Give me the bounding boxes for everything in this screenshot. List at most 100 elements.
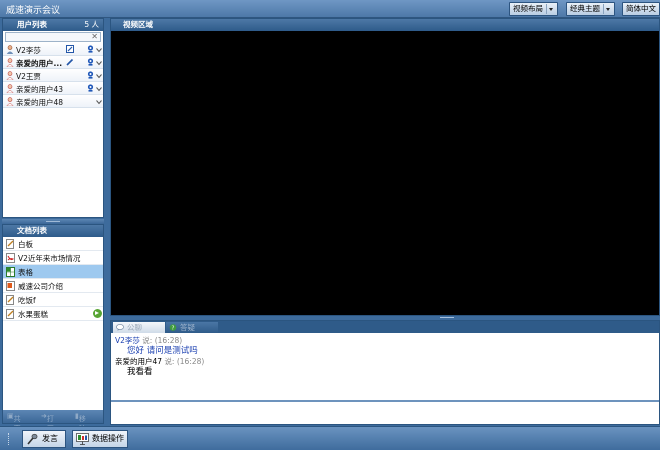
message-header: V2李莎 说: (16:28) [115,336,655,346]
user-name: 亲爱的用户... [16,59,63,68]
user-list-panel: 用户列表 5 人 ✕ V2李莎 亲爱的用户... V2王贾 亲爱的用户43 亲爱… [2,18,104,218]
user-search-input[interactable]: ✕ [5,32,101,42]
message-header: 亲爱的用户47 说: (16:28) [115,357,655,367]
message-sender: V2李莎 [115,336,140,345]
document-item[interactable]: V2近年来市场情况 [3,251,103,265]
document-name: 威速公司介绍 [18,282,63,291]
tab-label: 答疑 [180,323,195,332]
chevron-down-icon[interactable] [96,60,102,66]
document-list-title: 文档列表 [17,226,47,235]
message-says: 说: [142,336,153,345]
user-name: 亲爱的用户43 [16,85,64,94]
video-area-header: 视频区域 [111,19,659,31]
data-operations-button[interactable]: 数据操作 [72,430,128,448]
tab-label: 公聊 [127,323,142,332]
user-row[interactable]: 亲爱的用户... [3,56,103,69]
user-icon [6,84,14,93]
delete-button[interactable]: ▮ 移除 [75,412,86,433]
tab-public-chat[interactable]: 公聊 [113,322,165,333]
user-list-header: 用户列表 5 人 [3,19,103,31]
chevron-down-icon[interactable] [96,47,102,53]
user-name: 亲爱的用户48 [16,98,64,107]
chevron-down-icon [546,4,554,14]
speak-button[interactable]: 发言 [22,430,66,448]
user-count: 5 人 [84,20,99,29]
window-title: 威速演示会议 [6,6,61,16]
title-bar: 威速演示会议 视频布局 经典主题 简体中文 [0,0,660,18]
document-name: 水果蛋糕 [18,310,48,319]
whiteboard-icon [6,239,14,249]
language-button[interactable]: 简体中文 [622,2,660,16]
message-text: 我看看 [127,367,153,377]
video-area: 视频区域 [110,18,660,316]
open-button[interactable]: ➜ 打开 [41,412,54,433]
microphone-icon [27,433,38,445]
document-item[interactable]: 威速公司介绍 [3,279,103,293]
pencil-icon [66,58,74,66]
video-area-title: 视频区域 [123,20,153,29]
camera-icon[interactable] [87,71,94,79]
camera-icon[interactable] [87,84,94,92]
arrow-right-icon[interactable] [93,309,102,318]
clear-icon[interactable]: ✕ [91,32,98,41]
message-time: (16:28) [154,336,183,345]
document-item[interactable]: 白板 [3,237,103,251]
share-button[interactable]: ▣ 共享 [7,412,21,433]
document-item[interactable]: 水果蛋糕 [3,307,103,321]
user-name: V2李莎 [16,46,41,55]
speaker-edit-icon [66,45,74,53]
bottom-toolbar: 发言 数据操作 [0,426,660,450]
document-item-selected[interactable]: 表格 [3,265,103,279]
document-toolbar: ▣ 共享 ➜ 打开 ▮ 移除 [3,410,103,433]
theme-label: 经典主题 [570,4,600,13]
message-sender: 亲爱的用户47 [115,357,163,366]
theme-dropdown[interactable]: 经典主题 [566,2,615,16]
speak-label: 发言 [42,434,58,443]
chat-messages: V2李莎 说: (16:28) 您好 请问是测试吗 亲爱的用户47 说: (16… [111,333,659,395]
document-list-panel: 文档列表 白板 V2近年来市场情况 表格 威速公司介绍 吃饭f 水果蛋糕 ▣ 共… [2,224,104,433]
user-list-title: 用户列表 [17,20,47,29]
chevron-down-icon[interactable] [96,73,102,79]
chevron-down-icon[interactable] [96,99,102,105]
user-row[interactable]: 亲爱的用户48 [3,95,103,108]
document-name: 表格 [18,268,33,277]
user-icon [6,45,14,54]
chat-input[interactable] [111,400,659,424]
chevron-down-icon[interactable] [96,86,102,92]
camera-icon[interactable] [87,45,94,53]
chat-bubble-icon [116,324,124,331]
message-text: 您好 请问是测试吗 [127,346,198,356]
spreadsheet-icon [6,267,15,277]
user-row[interactable]: V2李莎 [3,43,103,56]
chevron-down-icon [603,4,611,14]
document-name: 白板 [18,240,33,249]
camera-icon[interactable] [87,58,94,66]
data-operations-label: 数据操作 [92,434,124,443]
chat-panel: 公聊 ? 答疑 V2李莎 说: (16:28) 您好 请问是测试吗 亲爱的用户4… [110,320,660,425]
tab-qa[interactable]: ? 答疑 [166,322,218,333]
user-icon [6,97,14,106]
user-name: V2王贾 [16,72,41,81]
document-list-header: 文档列表 [3,225,103,237]
user-row[interactable]: 亲爱的用户43 [3,82,103,95]
pdf-icon [6,253,15,263]
message-says: 说: [164,357,175,366]
presentation-board-icon [76,433,89,445]
chat-tabs: 公聊 ? 答疑 [111,321,659,333]
user-icon [6,71,14,80]
whiteboard-icon [6,309,14,319]
user-row[interactable]: V2王贾 [3,69,103,82]
video-layout-dropdown[interactable]: 视频布局 [509,2,558,16]
message-time: (16:28) [176,357,205,366]
question-icon: ? [169,324,177,331]
document-name: 吃饭f [18,296,36,305]
toolbar-grip [8,433,11,445]
presentation-icon [6,281,15,291]
whiteboard-icon [6,295,14,305]
video-layout-label: 视频布局 [513,4,543,13]
document-name: V2近年来市场情况 [18,254,81,263]
user-icon [6,58,14,67]
document-item[interactable]: 吃饭f [3,293,103,307]
svg-text:?: ? [172,326,175,331]
language-label: 简体中文 [626,4,656,13]
